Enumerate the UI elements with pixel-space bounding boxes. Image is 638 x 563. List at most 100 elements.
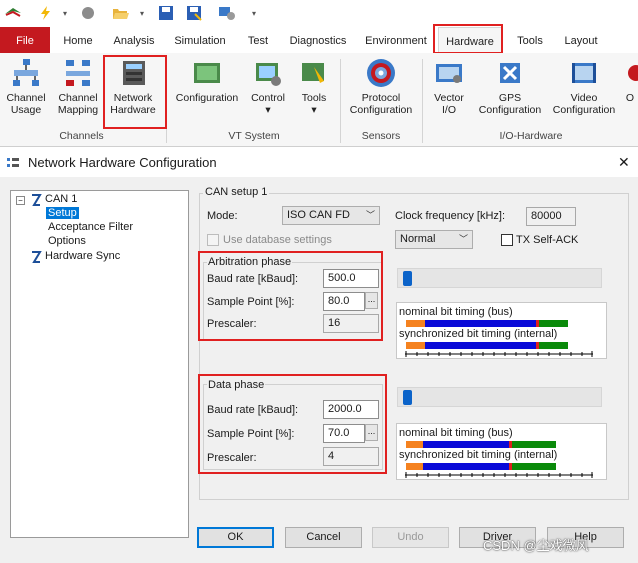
video-configuration-icon — [568, 57, 600, 89]
close-icon[interactable]: ✕ — [618, 154, 630, 171]
arb-nominal-phase-seg — [425, 320, 536, 327]
arb-slider-thumb[interactable] — [403, 271, 412, 286]
vt-tools-label: Tools — [301, 92, 327, 104]
data-nominal-phase-seg — [423, 441, 509, 448]
tree-item-acceptance-filter[interactable]: Acceptance Filter — [48, 221, 133, 233]
tab-diagnostics[interactable]: Diagnostics — [284, 27, 352, 53]
normal-select[interactable]: Normal ﹀ — [395, 230, 473, 249]
data-bit-timing-box: nominal bit timing (bus) synchronized bi… — [396, 423, 607, 480]
can-node-icon — [29, 193, 43, 210]
arbitration-highlight — [198, 251, 383, 341]
watermark-text: CSDN @尘戏微风 — [483, 538, 589, 553]
data-sync-sync-seg — [406, 463, 423, 470]
tab-tools[interactable]: Tools — [510, 27, 550, 53]
ribbon-separator — [340, 59, 341, 143]
channel-usage-icon — [10, 57, 42, 89]
chevron-down-icon: ﹀ — [458, 234, 468, 244]
arb-slider[interactable] — [397, 268, 602, 288]
clock-frequency-field: 80000 — [526, 207, 576, 226]
channel-usage-label: Channel Usage — [6, 92, 46, 116]
open-dropdown-icon[interactable]: ▾ — [140, 9, 144, 18]
tx-self-ack-label: TX Self-ACK — [516, 234, 579, 246]
arb-bit-timing-box: nominal bit timing (bus) synchronized bi… — [396, 302, 607, 359]
use-database-label: Use database settings — [223, 234, 332, 246]
tree-item-can1[interactable]: CAN 1 — [45, 193, 77, 205]
dialog-title-bar: Network Hardware Configuration ✕ — [0, 150, 638, 177]
cancel-button[interactable]: Cancel — [285, 527, 362, 548]
arb-nominal-label: nominal bit timing (bus) — [399, 306, 513, 318]
tree-item-setup[interactable]: Setup — [46, 207, 79, 219]
save-icon[interactable] — [158, 5, 174, 21]
arb-nominal-sync-seg — [406, 320, 425, 327]
tab-file[interactable]: File — [0, 27, 50, 53]
data-slider-thumb[interactable] — [403, 390, 412, 405]
vt-tools-icon — [298, 57, 330, 89]
quick-access-toolbar: ▾ ▾ ▾ — [0, 0, 638, 27]
customize-toolbar-icon[interactable]: ▾ — [252, 9, 256, 18]
chevron-down-icon: ﹀ — [365, 210, 375, 220]
tx-self-ack-checkbox[interactable] — [501, 234, 513, 246]
tree-item-options[interactable]: Options — [48, 235, 86, 247]
vt-control-dropdown-icon: ▾ — [265, 104, 271, 116]
can-setup-title: CAN setup 1 — [203, 186, 270, 198]
mode-select[interactable]: ISO CAN FD ﹀ — [282, 206, 380, 225]
protocol-configuration-button[interactable]: Protocol Configuration — [344, 57, 418, 116]
protocol-configuration-icon — [365, 57, 397, 89]
vt-tools-dropdown-icon: ▾ — [311, 104, 317, 116]
gps-configuration-button[interactable]: GPS Configuration — [474, 57, 546, 116]
protocol-configuration-label: Protocol Configuration — [349, 92, 413, 116]
channel-mapping-label: Channel Mapping — [57, 92, 99, 116]
config-tree: − CAN 1 Setup Acceptance Filter Options … — [10, 190, 189, 538]
more-label: O — [625, 92, 635, 104]
group-channels: Channels — [59, 130, 104, 142]
data-nominal-phase2-seg — [512, 441, 556, 448]
vector-io-button[interactable]: Vector I/O — [426, 57, 472, 116]
data-slider[interactable] — [397, 387, 602, 407]
vt-control-icon — [252, 57, 284, 89]
dialog-title: Network Hardware Configuration — [28, 155, 217, 170]
tab-test[interactable]: Test — [240, 27, 276, 53]
more-button[interactable]: O — [622, 57, 638, 104]
stop-icon[interactable] — [80, 5, 96, 21]
lightning-dropdown-icon[interactable]: ▾ — [63, 9, 67, 18]
vector-io-icon — [433, 57, 465, 89]
video-configuration-label: Video Configuration — [552, 92, 616, 116]
tab-layout[interactable]: Layout — [558, 27, 604, 53]
open-folder-icon[interactable] — [112, 5, 129, 21]
channel-usage-button[interactable]: Channel Usage — [0, 57, 52, 116]
vt-configuration-button[interactable]: Configuration — [172, 57, 242, 104]
tree-item-hardware-sync[interactable]: Hardware Sync — [45, 250, 120, 262]
dialog-app-icon — [6, 156, 20, 170]
normal-value: Normal — [400, 233, 436, 245]
more-icon — [622, 57, 638, 89]
use-database-checkbox[interactable] — [207, 234, 219, 246]
arb-sync-phase2-seg — [539, 342, 568, 349]
arb-sync-phase-seg — [425, 342, 536, 349]
data-sync-label: synchronized bit timing (internal) — [399, 449, 558, 461]
vt-tools-button[interactable]: Tools ▾ — [292, 57, 336, 116]
tab-simulation[interactable]: Simulation — [168, 27, 232, 53]
vt-configuration-label: Configuration — [175, 92, 239, 104]
channel-mapping-icon — [62, 57, 94, 89]
tab-home[interactable]: Home — [55, 27, 101, 53]
lightning-icon[interactable] — [38, 5, 54, 21]
save-as-icon[interactable] — [186, 5, 202, 21]
arb-sync-sync-seg — [406, 342, 425, 349]
group-sensors: Sensors — [361, 130, 401, 142]
group-io-hardware: I/O-Hardware — [499, 130, 563, 142]
video-configuration-button[interactable]: Video Configuration — [548, 57, 620, 116]
vt-control-button[interactable]: Control ▾ — [244, 57, 292, 116]
mode-label: Mode: — [207, 210, 238, 222]
vt-configuration-icon — [191, 57, 223, 89]
tab-environment[interactable]: Environment — [360, 27, 432, 53]
ribbon-tab-bar: File Home Analysis Simulation Test Diagn… — [0, 27, 638, 54]
tree-collapse-icon[interactable]: − — [16, 196, 25, 205]
network-hardware-highlight — [103, 55, 167, 129]
gps-configuration-icon — [494, 57, 526, 89]
ok-button[interactable]: OK — [197, 527, 274, 548]
channel-mapping-button[interactable]: Channel Mapping — [52, 57, 104, 116]
data-tick-scale — [405, 472, 593, 478]
configuration-icon[interactable] — [218, 5, 235, 21]
tab-analysis[interactable]: Analysis — [107, 27, 161, 53]
undo-button[interactable]: Undo — [372, 527, 449, 548]
